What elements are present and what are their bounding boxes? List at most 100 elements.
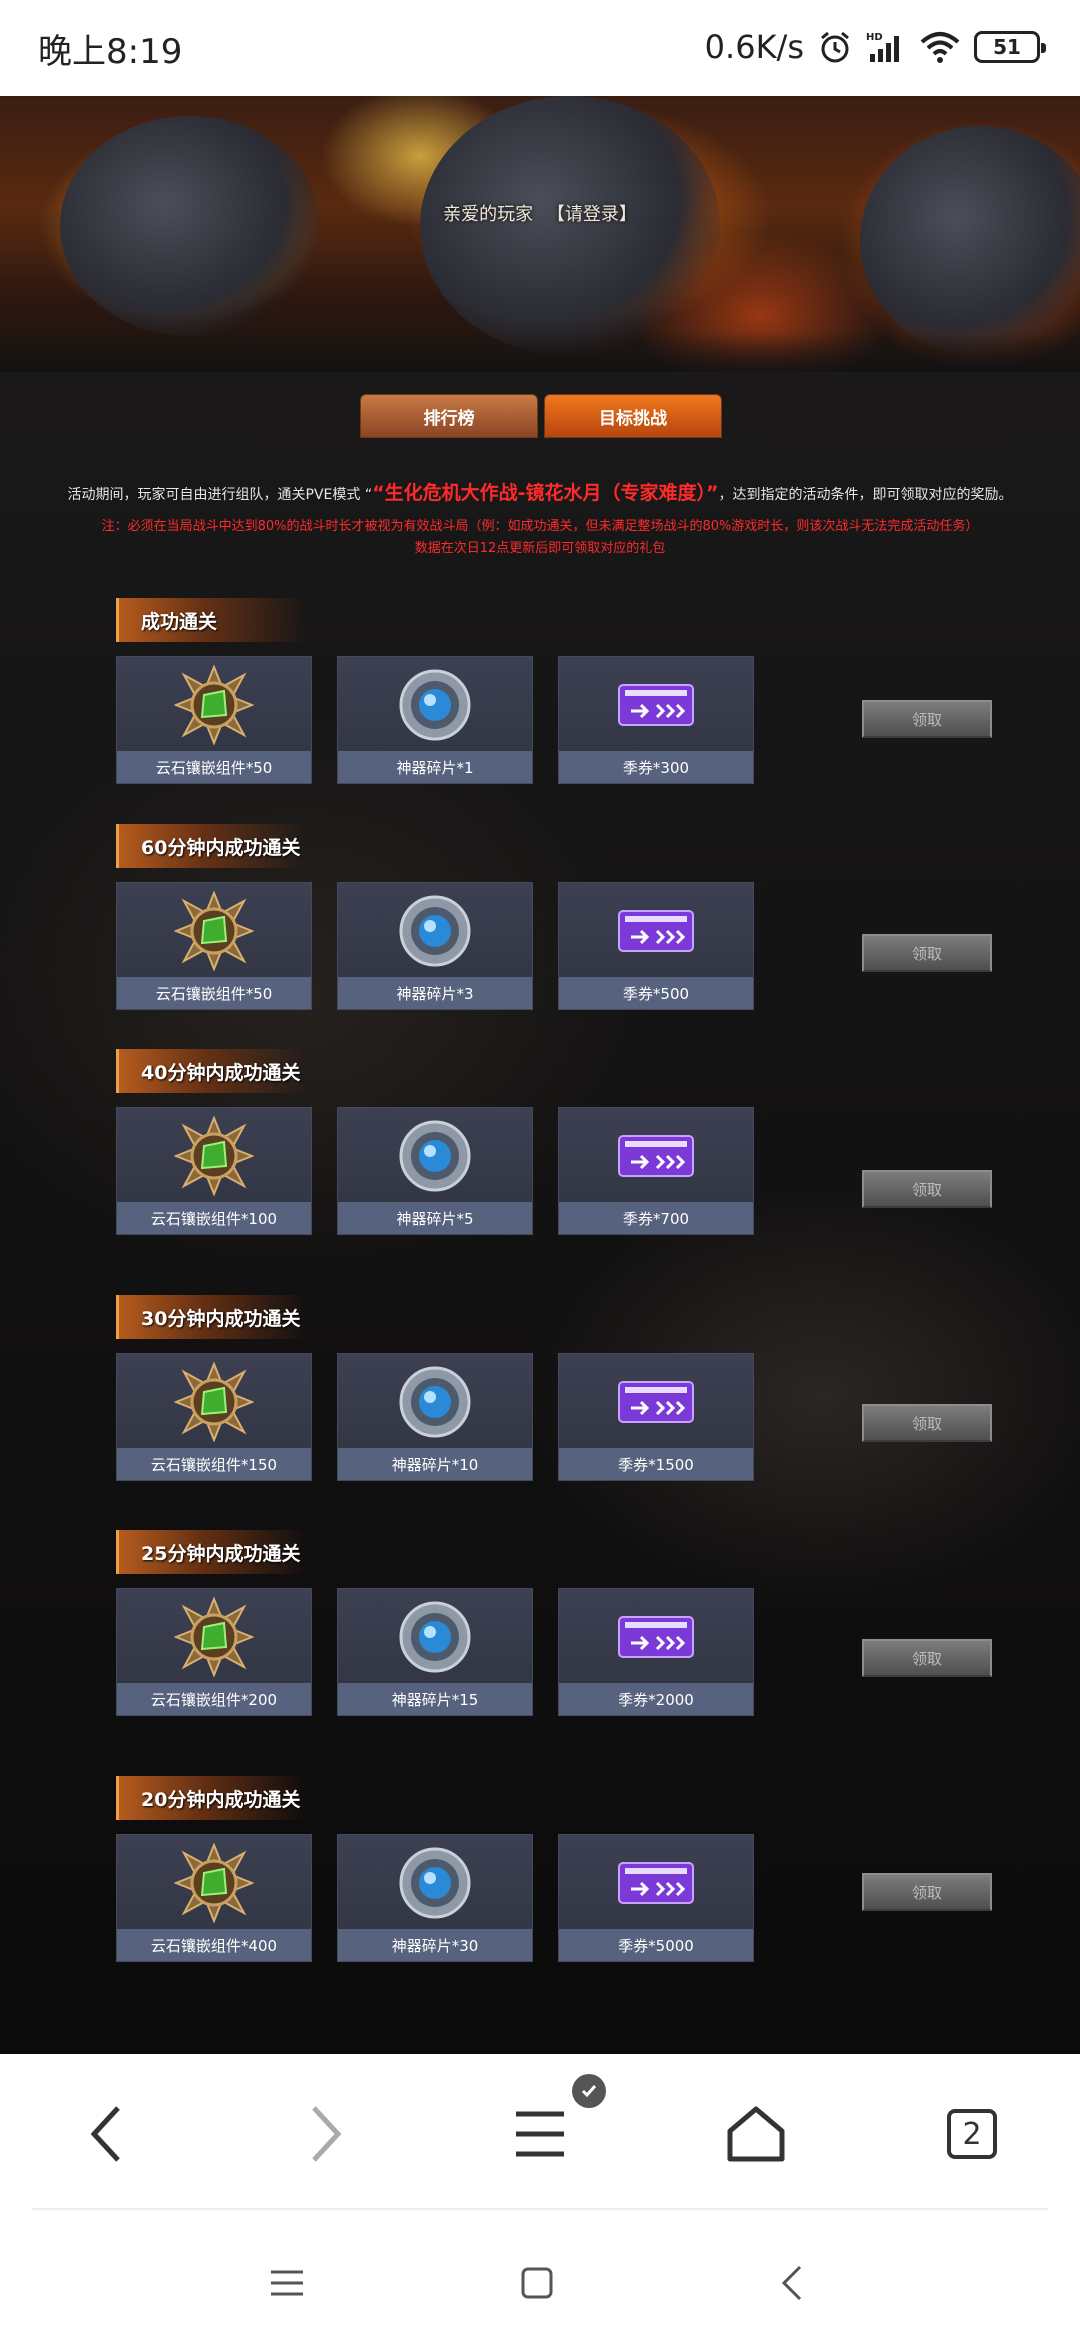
claim-button[interactable]: 领取 xyxy=(862,1639,992,1677)
reward-label: 云石镶嵌组件*50 xyxy=(117,977,311,1009)
artifact-orb-icon xyxy=(338,1589,532,1685)
wifi-icon xyxy=(920,30,960,64)
section-title: 成功通关 xyxy=(116,598,306,642)
status-time: 晚上8:19 xyxy=(38,32,183,72)
forward-button[interactable] xyxy=(286,2094,366,2174)
reward-label: 云石镶嵌组件*400 xyxy=(117,1929,311,1961)
reward-label: 季券*5000 xyxy=(559,1929,753,1961)
section-title: 60分钟内成功通关 xyxy=(116,824,306,868)
reward-card: 季券*500 xyxy=(558,882,754,1010)
reward-row: 云石镶嵌组件*100 神器碎片*5 季券*700 xyxy=(116,1107,754,1235)
gem-compass-icon xyxy=(117,1108,311,1204)
reward-card: 云石镶嵌组件*400 xyxy=(116,1834,312,1962)
claim-button[interactable]: 领取 xyxy=(862,934,992,972)
home-button[interactable] xyxy=(716,2094,796,2174)
reward-label: 季券*700 xyxy=(559,1202,753,1234)
claim-button[interactable]: 领取 xyxy=(862,1873,992,1911)
gem-compass-icon xyxy=(117,883,311,979)
artifact-orb-icon xyxy=(338,1108,532,1204)
tab-leaderboard[interactable]: 排行榜 xyxy=(360,394,538,438)
season-ticket-icon xyxy=(559,883,753,979)
artifact-orb-icon xyxy=(338,883,532,979)
note-line-2: 数据在次日12点更新后即可领取对应的礼包 xyxy=(414,541,666,556)
note-line-1: 注：必须在当局战斗中达到80%的战斗时长才被视为有效战斗局（例：如成功通关，但未… xyxy=(101,519,979,534)
beast-silhouette-left xyxy=(60,116,320,336)
section-title: 30分钟内成功通关 xyxy=(116,1295,306,1339)
hero-banner: 亲爱的玩家 【请登录】 xyxy=(0,96,1080,372)
login-greeting: 亲爱的玩家 【请登录】 xyxy=(0,200,1080,226)
system-back-icon[interactable] xyxy=(768,2258,818,2308)
claim-button[interactable]: 领取 xyxy=(862,700,992,738)
tabs-button[interactable]: 2 xyxy=(932,2094,1012,2174)
reward-row: 云石镶嵌组件*50 神器碎片*3 季券*500 xyxy=(116,882,754,1010)
reward-card: 云石镶嵌组件*200 xyxy=(116,1588,312,1716)
greeting-text: 亲爱的玩家 xyxy=(443,204,534,225)
reward-card: 神器碎片*3 xyxy=(337,882,533,1010)
net-speed: 0.6K/s xyxy=(704,28,804,66)
claim-button[interactable]: 领取 xyxy=(862,1170,992,1208)
back-button[interactable] xyxy=(66,2094,146,2174)
reward-card: 季券*2000 xyxy=(558,1588,754,1716)
gem-compass-icon xyxy=(117,1835,311,1931)
reward-card: 神器碎片*10 xyxy=(337,1353,533,1481)
reward-label: 云石镶嵌组件*100 xyxy=(117,1202,311,1234)
signal-icon: HD xyxy=(866,30,906,64)
reward-card: 云石镶嵌组件*100 xyxy=(116,1107,312,1235)
reward-label: 云石镶嵌组件*150 xyxy=(117,1448,311,1480)
reward-label: 神器碎片*1 xyxy=(338,751,532,783)
beast-silhouette-right xyxy=(860,126,1080,356)
reward-label: 神器碎片*5 xyxy=(338,1202,532,1234)
reward-label: 季券*2000 xyxy=(559,1683,753,1715)
login-link[interactable]: 【请登录】 xyxy=(547,204,637,225)
claim-button[interactable]: 领取 xyxy=(862,1404,992,1442)
reward-row: 云石镶嵌组件*150 神器碎片*10 季券*1500 xyxy=(116,1353,754,1481)
battery-icon: 51 xyxy=(974,31,1046,63)
reward-label: 季券*300 xyxy=(559,751,753,783)
status-bar: 晚上8:19 0.6K/s HD 51 xyxy=(0,0,1080,96)
reward-row: 云石镶嵌组件*400 神器碎片*30 季券*5000 xyxy=(116,1834,754,1962)
intro-prefix: 活动期间，玩家可自由进行组队，通关PVE模式 “ xyxy=(67,487,373,503)
season-ticket-icon xyxy=(559,1589,753,1685)
check-badge-icon xyxy=(572,2074,606,2108)
artifact-orb-icon xyxy=(338,657,532,753)
season-ticket-icon xyxy=(559,657,753,753)
system-home-icon[interactable] xyxy=(512,2258,562,2308)
svg-text:HD: HD xyxy=(866,32,883,43)
reward-card: 云石镶嵌组件*150 xyxy=(116,1353,312,1481)
intro-suffix: ，达到指定的活动条件，即可领取对应的奖励。 xyxy=(718,487,1013,503)
reward-label: 季券*500 xyxy=(559,977,753,1009)
reward-label: 神器碎片*3 xyxy=(338,977,532,1009)
tab-count: 2 xyxy=(947,2109,997,2159)
reward-row: 云石镶嵌组件*50 神器碎片*1 季券*300 xyxy=(116,656,754,784)
season-ticket-icon xyxy=(559,1835,753,1931)
reward-card: 季券*300 xyxy=(558,656,754,784)
menu-button[interactable] xyxy=(500,2094,580,2174)
reward-label: 云石镶嵌组件*50 xyxy=(117,751,311,783)
reward-label: 云石镶嵌组件*200 xyxy=(117,1683,311,1715)
reward-card: 季券*1500 xyxy=(558,1353,754,1481)
gem-compass-icon xyxy=(117,1589,311,1685)
reward-card: 神器碎片*5 xyxy=(337,1107,533,1235)
season-ticket-icon xyxy=(559,1108,753,1204)
reward-label: 神器碎片*10 xyxy=(338,1448,532,1480)
alarm-icon xyxy=(818,30,852,64)
intro-highlight: “生化危机大作战-镜花水月（专家难度）” xyxy=(372,482,719,504)
recent-apps-icon[interactable] xyxy=(262,2258,312,2308)
artifact-orb-icon xyxy=(338,1835,532,1931)
reward-card: 神器碎片*30 xyxy=(337,1834,533,1962)
section-title: 25分钟内成功通关 xyxy=(116,1530,306,1574)
reward-card: 神器碎片*15 xyxy=(337,1588,533,1716)
gem-compass-icon xyxy=(117,1354,311,1450)
browser-toolbar: 2 xyxy=(0,2054,1080,2210)
reward-card: 云石镶嵌组件*50 xyxy=(116,882,312,1010)
reward-row: 云石镶嵌组件*200 神器碎片*15 季券*2000 xyxy=(116,1588,754,1716)
tab-goal-challenge[interactable]: 目标挑战 xyxy=(544,394,722,438)
activity-description: 活动期间，玩家可自由进行组队，通关PVE模式 ““生化危机大作战-镜花水月（专家… xyxy=(0,482,1080,506)
status-icons: 0.6K/s HD 51 xyxy=(704,22,1046,72)
reward-card: 季券*5000 xyxy=(558,1834,754,1962)
reward-label: 神器碎片*15 xyxy=(338,1683,532,1715)
reward-card: 神器碎片*1 xyxy=(337,656,533,784)
system-navigation-bar xyxy=(0,2210,1080,2340)
reward-card: 云石镶嵌组件*50 xyxy=(116,656,312,784)
tab-bar: 排行榜 目标挑战 xyxy=(360,394,722,438)
